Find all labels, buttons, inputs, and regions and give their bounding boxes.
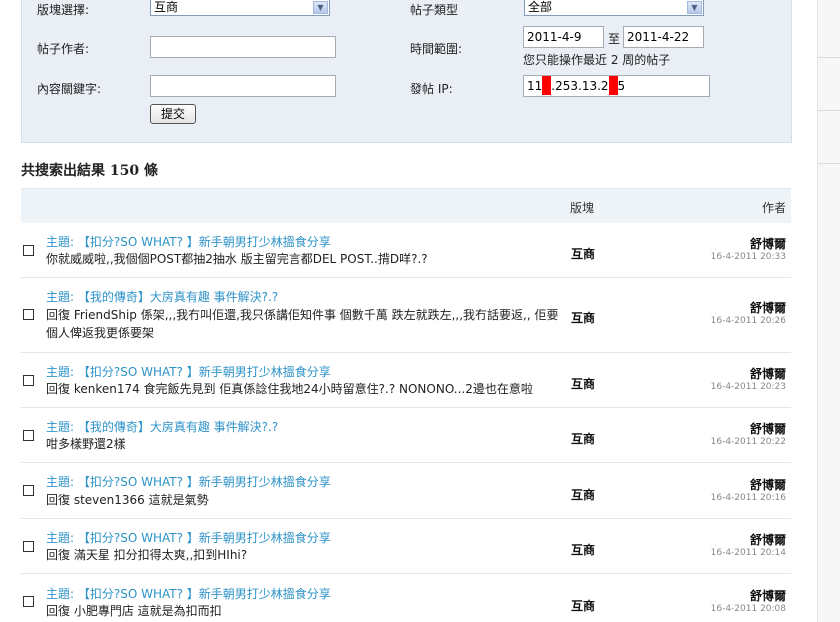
type-select[interactable]: 全部 ▼ [524, 0, 704, 16]
post-snippet[interactable]: 回復 滿天星 扣分扣得太爽,,扣到HIhi? [46, 546, 566, 564]
redaction-mark [542, 76, 552, 95]
submit-button[interactable]: 提交 [150, 104, 196, 124]
thread-title-link[interactable]: 主題: 【我的傳奇】大房真有趣 事件解決?.? [46, 288, 278, 305]
forum-select-value: 互商 [154, 0, 179, 14]
thread-title-link[interactable]: 主題: 【扣分?SO WHAT? 】新手朝男打少林搵食分享 [46, 233, 331, 250]
keyword-input[interactable] [150, 75, 336, 97]
thread-title-link[interactable]: 主題: 【扣分?SO WHAT? 】新手朝男打少林搵食分享 [46, 363, 331, 380]
type-select-value: 全部 [528, 0, 553, 14]
post-snippet[interactable]: 回復 kenken174 食完飯先見到 佢真係諗住我地24小時留意住?.? NO… [46, 380, 566, 398]
row-author[interactable]: 舒博爾 [750, 420, 786, 437]
table-row: 主題: 【扣分?SO WHAT? 】新手朝男打少林搵食分享 回復 滿天星 扣分扣… [21, 519, 791, 574]
row-time: 16-4-2011 20:22 [710, 437, 786, 447]
result-summary: 共搜索出結果 150 條 [21, 163, 158, 179]
post-snippet[interactable]: 你就威威啦,,我個個POST都抽2抽水 版主留完言都DEL POST..揹D咩?… [46, 250, 566, 268]
row-checkbox[interactable] [23, 245, 34, 256]
ip-text-part: 5 [617, 79, 626, 93]
row-checkbox[interactable] [23, 375, 34, 386]
chevron-down-icon[interactable]: ▼ [313, 1, 328, 14]
row-time: 16-4-2011 20:08 [710, 604, 786, 614]
row-forum[interactable]: 互商 [571, 245, 595, 262]
column-header-author: 作者 [761, 201, 786, 215]
table-row: 主題: 【扣分?SO WHAT? 】新手朝男打少林搵食分享 你就威威啦,,我個個… [21, 223, 791, 278]
thread-title-link[interactable]: 主題: 【扣分?SO WHAT? 】新手朝男打少林搵食分享 [46, 529, 331, 546]
table-row: 主題: 【扣分?SO WHAT? 】新手朝男打少林搵食分享 回復 小肥專門店 這… [21, 574, 791, 621]
row-forum[interactable]: 互商 [571, 309, 595, 326]
divider [818, 57, 840, 58]
row-forum[interactable]: 互商 [571, 430, 595, 447]
row-time: 16-4-2011 20:16 [710, 493, 786, 503]
row-author[interactable]: 舒博爾 [750, 531, 786, 548]
ip-label: 發帖 IP: [410, 82, 453, 96]
redaction-mark [608, 76, 618, 95]
thread-title-link[interactable]: 主題: 【扣分?SO WHAT? 】新手朝男打少林搵食分享 [46, 585, 331, 602]
post-snippet[interactable]: 咁多樣野還2樣 [46, 435, 566, 453]
row-author[interactable]: 舒博爾 [750, 299, 786, 316]
column-header-forum: 版塊 [570, 201, 595, 215]
row-author[interactable]: 舒博爾 [750, 476, 786, 493]
thread-title-link[interactable]: 主題: 【扣分?SO WHAT? 】新手朝男打少林搵食分享 [46, 473, 331, 490]
post-snippet[interactable]: 回復 小肥專門店 這就是為扣而扣 [46, 602, 566, 620]
forum-label: 版塊選擇: [37, 3, 90, 17]
forum-select[interactable]: 互商 ▼ [150, 0, 330, 16]
post-snippet[interactable]: 回復 FriendShip 係架,,,我冇叫佢還,我只係講佢知件事 個數千萬 跌… [46, 306, 566, 342]
ip-text-part: 11 [527, 79, 543, 93]
table-row: 主題: 【扣分?SO WHAT? 】新手朝男打少林搵食分享 回復 kenken1… [21, 353, 791, 408]
author-label: 帖子作者: [37, 42, 90, 56]
type-label: 帖子類型 [410, 3, 459, 17]
range-note: 您只能操作最近 2 周的帖子 [523, 53, 671, 67]
row-checkbox[interactable] [23, 309, 34, 320]
thread-title-link[interactable]: 主題: 【我的傳奇】大房真有趣 事件解決?.? [46, 418, 278, 435]
author-input[interactable] [150, 36, 336, 58]
row-forum[interactable]: 互商 [571, 486, 595, 503]
table-row: 主題: 【我的傳奇】大房真有趣 事件解決?.? 咁多樣野還2樣 互商 舒博爾 1… [21, 408, 791, 463]
row-checkbox[interactable] [23, 430, 34, 441]
row-checkbox[interactable] [23, 541, 34, 552]
row-time: 16-4-2011 20:33 [710, 252, 786, 262]
row-forum[interactable]: 互商 [571, 541, 595, 558]
row-author[interactable]: 舒博爾 [750, 365, 786, 382]
right-edge-panel [817, 0, 840, 622]
row-checkbox[interactable] [23, 596, 34, 607]
row-author[interactable]: 舒博爾 [750, 235, 786, 252]
row-time: 16-4-2011 20:26 [710, 316, 786, 326]
table-row: 主題: 【扣分?SO WHAT? 】新手朝男打少林搵食分享 回復 steven1… [21, 463, 791, 519]
post-snippet[interactable]: 回復 steven1366 這就是氣勢 [46, 491, 566, 509]
ip-input[interactable]: 11 .253.13.2 5 [523, 75, 710, 97]
date-from-input[interactable]: 2011-4-9 [523, 26, 604, 48]
date-to-separator: 至 [608, 32, 621, 46]
results-table-header: 版塊 作者 [21, 188, 791, 224]
divider [818, 110, 840, 111]
table-row: 主題: 【我的傳奇】大房真有趣 事件解決?.? 回復 FriendShip 係架… [21, 278, 791, 353]
divider [818, 163, 840, 164]
search-panel: 版塊選擇: 互商 ▼ 帖子類型 全部 ▼ 帖子作者: 時間範圍: 2011-4-… [21, 0, 792, 143]
row-author[interactable]: 舒博爾 [750, 587, 786, 604]
range-label: 時間範圍: [410, 42, 463, 56]
ip-text-part: .253.13.2 [551, 79, 609, 93]
row-forum[interactable]: 互商 [571, 375, 595, 392]
keyword-label: 內容關鍵字: [37, 82, 102, 96]
row-time: 16-4-2011 20:14 [710, 548, 786, 558]
date-to-input[interactable]: 2011-4-22 [623, 26, 704, 48]
row-time: 16-4-2011 20:23 [710, 382, 786, 392]
row-forum[interactable]: 互商 [571, 597, 595, 614]
chevron-down-icon[interactable]: ▼ [687, 1, 702, 14]
row-checkbox[interactable] [23, 485, 34, 496]
